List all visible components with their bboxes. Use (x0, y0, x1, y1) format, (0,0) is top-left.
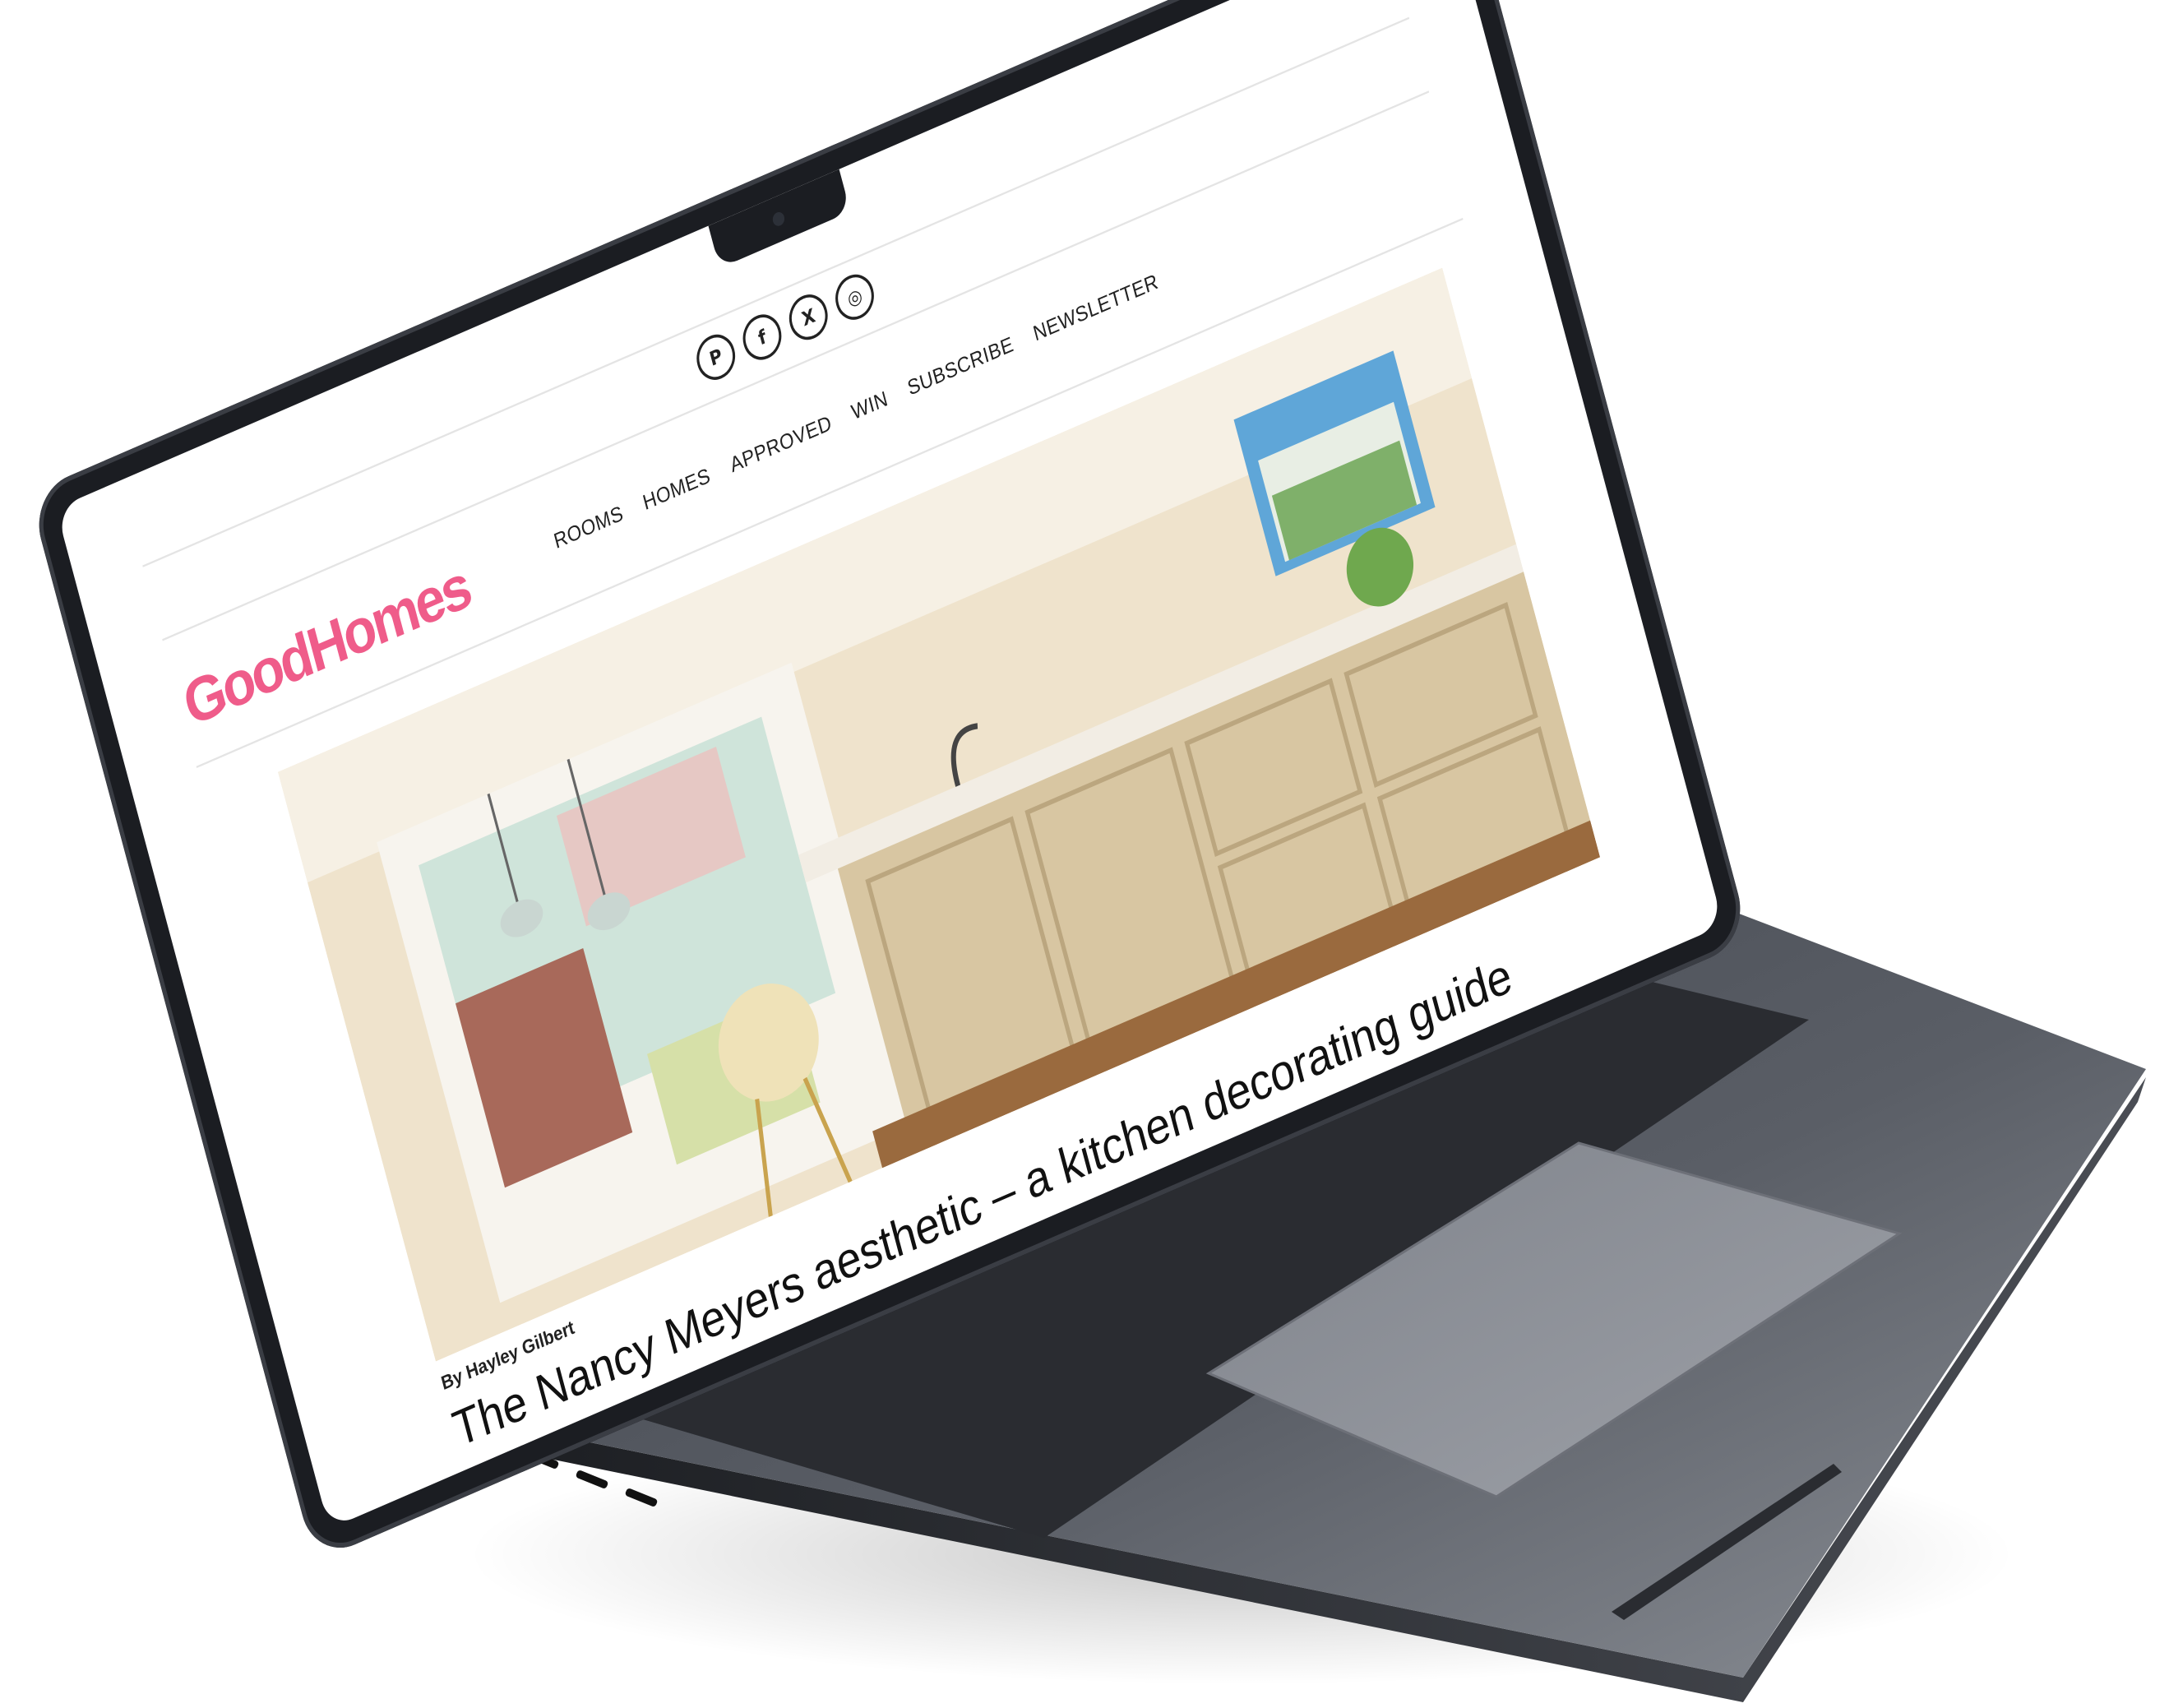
camera-icon (771, 210, 786, 229)
screen: P f X ◎ GoodHomes ROOMS HOMES APPROVED W… (56, 0, 1723, 1530)
laptop-lid: P f X ◎ GoodHomes ROOMS HOMES APPROVED W… (29, 0, 1750, 1562)
x-icon[interactable]: X (784, 288, 833, 347)
facebook-icon[interactable]: f (738, 308, 787, 367)
nav-newsletter[interactable]: NEWSLETTER (1030, 269, 1160, 346)
nav-subscribe[interactable]: SUBSCRIBE (905, 331, 1017, 400)
instagram-icon[interactable]: ◎ (830, 267, 879, 326)
search-icon (1358, 0, 1394, 7)
search-button[interactable] (1358, 0, 1394, 7)
pinterest-icon[interactable]: P (691, 327, 740, 386)
nav-win[interactable]: WIN (849, 386, 890, 426)
nav-homes[interactable]: HOMES (641, 463, 713, 516)
nav-rooms[interactable]: ROOMS (552, 501, 627, 554)
nav-approved[interactable]: APPROVED (728, 410, 835, 478)
